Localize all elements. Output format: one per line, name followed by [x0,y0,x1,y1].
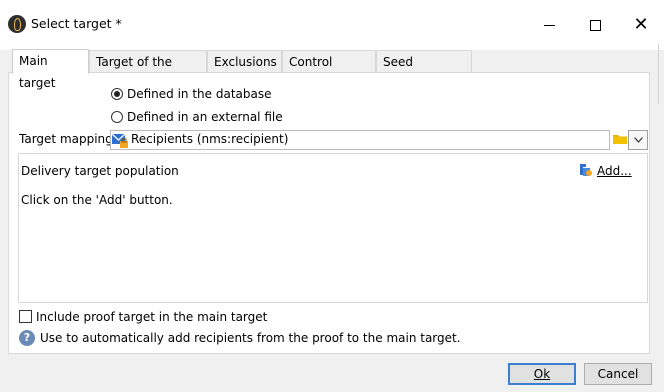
help-text: Use to automatically add recipients from… [40,331,461,345]
tab-main-target[interactable]: Main target [12,49,89,90]
radio-external-label[interactable]: Defined in an external file [127,110,283,124]
maximize-button[interactable] [572,0,618,50]
target-mapping-label: Target mapping: [19,132,117,146]
add-query-icon[interactable] [577,162,593,178]
tab-exclusions[interactable]: Exclusions [207,50,282,72]
include-proof-label[interactable]: Include proof target in the main target [36,310,267,324]
minimize-button[interactable] [526,0,572,50]
cancel-label: Cancel [597,367,639,381]
mapping-dropdown-button[interactable] [628,130,648,150]
minimize-icon [543,24,555,26]
window-title: Select target * [31,16,122,31]
close-icon: ✕ [633,14,649,35]
radio-defined-in-external-file[interactable] [111,111,123,123]
add-button[interactable]: Add... [597,164,632,178]
help-icon: ? [19,330,35,346]
close-button[interactable]: ✕ [618,0,664,50]
empty-population-hint: Click on the 'Add' button. [21,193,173,207]
app-logo-icon [8,15,26,33]
folder-icon[interactable] [612,131,628,147]
radio-defined-in-database[interactable] [111,88,123,100]
tab-control-group[interactable]: Control group [282,50,376,91]
tab-seed-addresses[interactable]: Seed addresses [376,50,472,91]
radio-database-label[interactable]: Defined in the database [127,87,272,101]
include-proof-checkbox[interactable] [19,310,32,323]
tab-target-of-proofs[interactable]: Target of the proofs [89,50,207,91]
window-edge [658,44,664,104]
chevron-down-icon [633,137,643,143]
recipient-schema-icon [111,133,128,148]
cancel-button[interactable]: Cancel [584,363,652,385]
maximize-icon [589,19,601,31]
target-mapping-value: Recipients (nms:recipient) [131,132,289,146]
ok-label: Ok [533,367,551,381]
ok-button[interactable]: Ok [508,363,576,385]
population-label: Delivery target population [21,164,179,178]
